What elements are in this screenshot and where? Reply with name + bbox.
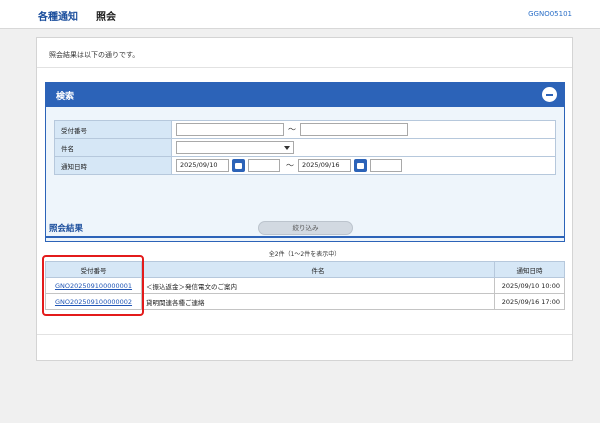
calendar-icon[interactable] xyxy=(232,159,245,172)
column-header-subject: 件名 xyxy=(141,261,495,278)
receipt-row: 受付番号 ～ xyxy=(54,120,556,139)
main-panel: 照会結果は以下の通りです。 検索 受付番号 ～ 件名 通知日時 2025/09/… xyxy=(36,37,573,361)
results-divider xyxy=(45,236,565,238)
table-row: GNO202509100000002 貸明関連各種ご連絡 2025/09/16 … xyxy=(45,293,565,310)
date-to-input[interactable]: 2025/09/16 xyxy=(298,159,351,172)
range-separator: ～ xyxy=(288,125,296,134)
subject-cell: ＜振込返金＞発信電文のご案内 xyxy=(141,277,495,294)
column-header-datetime: 通知日時 xyxy=(494,261,565,278)
bottom-divider xyxy=(37,334,572,335)
notice-date-row: 通知日時 2025/09/10 ～ 2025/09/16 xyxy=(54,156,556,175)
receipt-link[interactable]: GNO202509100000001 xyxy=(55,282,132,290)
time-from-input[interactable] xyxy=(248,159,280,172)
chevron-down-icon xyxy=(284,146,290,150)
collapse-icon[interactable] xyxy=(542,87,557,102)
notice-date-label: 通知日時 xyxy=(54,156,172,175)
receipt-link[interactable]: GNO202509100000002 xyxy=(55,298,132,306)
intro-text: 照会結果は以下の通りです。 xyxy=(49,51,140,59)
search-form: 受付番号 ～ 件名 通知日時 2025/09/10 ～ 2025/09/16 xyxy=(54,120,556,175)
results-table: 受付番号 件名 通知日時 GNO202509100000001 ＜振込返金＞発信… xyxy=(45,261,565,310)
search-panel: 検索 受付番号 ～ 件名 通知日時 2025/09/10 ～ 2025/09/1… xyxy=(45,82,565,242)
top-bar: 各種通知 照会 GGNO05101 xyxy=(0,0,600,29)
receipt-to-input[interactable] xyxy=(300,123,408,136)
screen-id: GGNO05101 xyxy=(528,10,572,18)
datetime-cell: 2025/09/10 10:00 xyxy=(494,277,565,294)
column-header-receipt: 受付番号 xyxy=(45,261,142,278)
receipt-label: 受付番号 xyxy=(54,120,172,139)
app-title: 各種通知 xyxy=(38,12,78,23)
search-header[interactable]: 検索 xyxy=(46,83,564,107)
page-title: 照会 xyxy=(96,12,116,23)
subject-label: 件名 xyxy=(54,138,172,157)
calendar-icon[interactable] xyxy=(354,159,367,172)
datetime-cell: 2025/09/16 17:00 xyxy=(494,293,565,310)
range-separator: ～ xyxy=(286,161,294,170)
divider xyxy=(37,67,572,68)
filter-button[interactable]: 絞り込み xyxy=(258,221,353,235)
search-title: 検索 xyxy=(56,92,75,102)
result-count: 全2件（1～2件を表示中） xyxy=(268,251,341,258)
subject-row: 件名 xyxy=(54,138,556,157)
subject-cell: 貸明関連各種ご連絡 xyxy=(141,293,495,310)
results-title: 照会結果 xyxy=(49,224,84,234)
time-to-input[interactable] xyxy=(370,159,402,172)
table-header: 受付番号 件名 通知日時 xyxy=(45,261,565,278)
receipt-from-input[interactable] xyxy=(176,123,284,136)
table-row: GNO202509100000001 ＜振込返金＞発信電文のご案内 2025/0… xyxy=(45,277,565,294)
subject-select[interactable] xyxy=(176,141,294,154)
date-from-input[interactable]: 2025/09/10 xyxy=(176,159,229,172)
